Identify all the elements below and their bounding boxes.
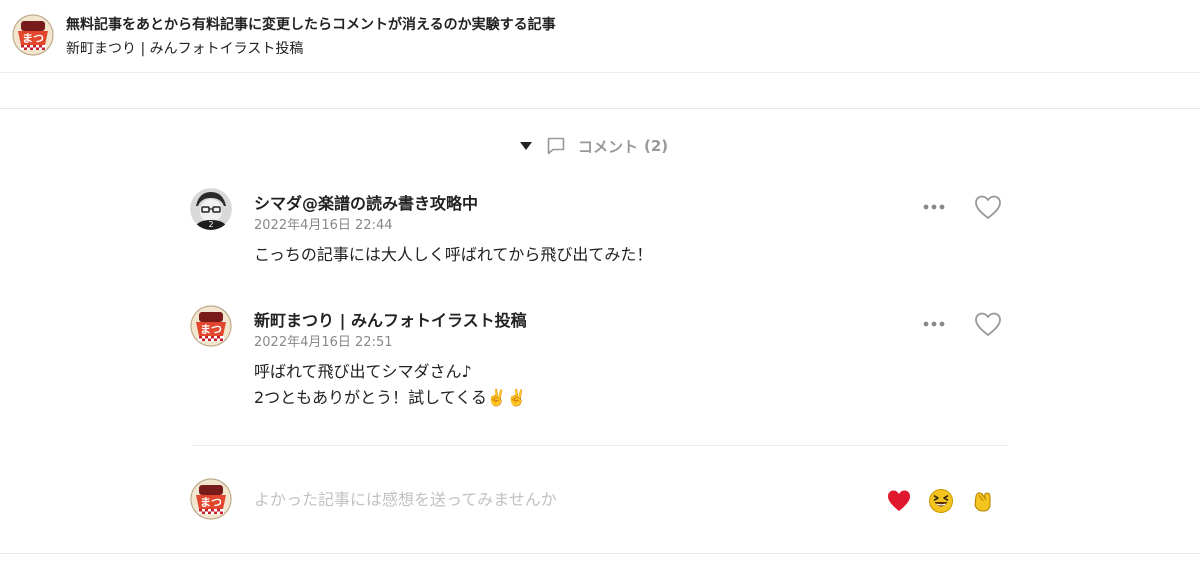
user-avatar: まつ bbox=[190, 478, 232, 520]
svg-text:まつ: まつ bbox=[22, 32, 44, 45]
clapping-hands-icon[interactable] bbox=[970, 488, 996, 514]
svg-text:2: 2 bbox=[208, 220, 213, 229]
caret-down-icon bbox=[520, 142, 532, 150]
heart-icon[interactable] bbox=[886, 488, 912, 514]
commenter-avatar[interactable]: まつ bbox=[190, 305, 232, 347]
svg-text:まつ: まつ bbox=[200, 496, 222, 509]
comment-date: 2022年4月16日 22:51 bbox=[254, 335, 393, 350]
comment-input[interactable] bbox=[246, 484, 862, 514]
comment-body: 呼ばれて飛び出てシマダさん♪ 2つともありがとう！試してくる✌️✌️ bbox=[254, 359, 527, 411]
comment-line: 2つともありがとう！試してくる✌️✌️ bbox=[254, 388, 527, 407]
comments-count: (2) bbox=[644, 137, 669, 155]
comment-author[interactable]: 新町まつり | みんフォトイラスト投稿 bbox=[254, 307, 527, 331]
more-options-icon[interactable] bbox=[922, 200, 946, 214]
comments-toggle[interactable]: コメント (2) bbox=[520, 134, 668, 158]
comment-author[interactable]: シマダ@楽譜の読み書き攻略中 bbox=[254, 190, 478, 214]
more-options-icon[interactable] bbox=[922, 317, 946, 331]
comment-compose: まつ bbox=[190, 478, 1020, 522]
article-title[interactable]: 無料記事をあとから有料記事に変更したらコメントが消えるのか実験する記事 bbox=[66, 14, 556, 34]
comment-bubble-icon bbox=[547, 137, 565, 155]
like-heart-icon[interactable] bbox=[974, 194, 1002, 220]
comment-line: 呼ばれて飛び出てシマダさん♪ bbox=[254, 362, 472, 381]
like-heart-icon[interactable] bbox=[974, 311, 1002, 337]
article-header: まつ 無料記事をあとから有料記事に変更したらコメントが消えるのか実験する記事 新… bbox=[0, 0, 1200, 73]
comment-line: こっちの記事には大人しく呼ばれてから飛び出てみた！ bbox=[254, 245, 653, 264]
comment-item: 2 シマダ@楽譜の読み書き攻略中 2022年4月16日 22:44 こっちの記事… bbox=[190, 188, 1010, 268]
comment-body: こっちの記事には大人しく呼ばれてから飛び出てみた！ bbox=[254, 242, 652, 268]
laughing-face-icon[interactable] bbox=[928, 488, 954, 514]
comment-date: 2022年4月16日 22:44 bbox=[254, 218, 393, 233]
comments-label: コメント bbox=[578, 137, 639, 156]
svg-text:まつ: まつ bbox=[200, 323, 222, 336]
author-name[interactable]: 新町まつり | みんフォトイラスト投稿 bbox=[66, 38, 303, 58]
footer-divider bbox=[0, 553, 1200, 554]
author-avatar[interactable]: まつ bbox=[12, 14, 54, 56]
comments-divider bbox=[192, 445, 1007, 446]
section-divider bbox=[0, 108, 1200, 109]
comment-item: まつ 新町まつり | みんフォトイラスト投稿 2022年4月16日 22:51 … bbox=[190, 305, 1010, 415]
commenter-avatar[interactable]: 2 bbox=[190, 188, 232, 230]
